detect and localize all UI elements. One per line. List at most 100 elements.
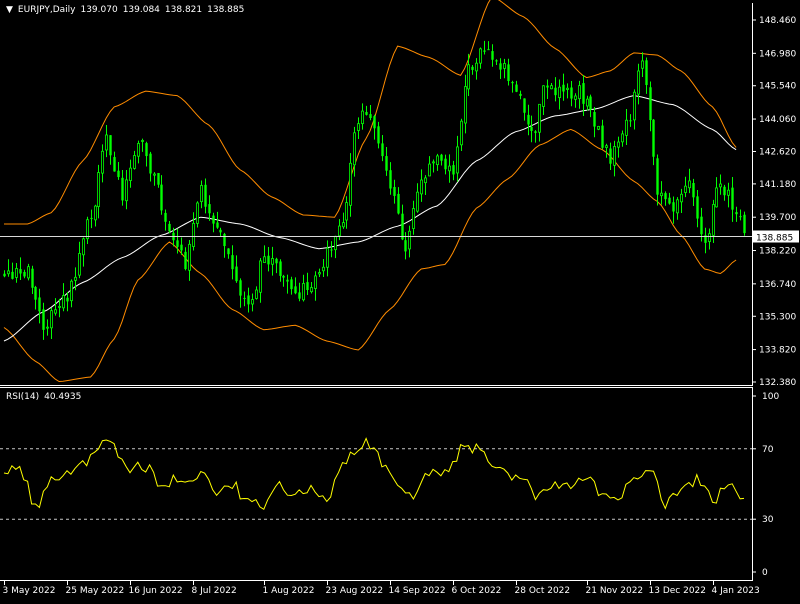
x-tick-label: 21 Nov 2022 bbox=[586, 586, 644, 596]
candle-body-bull bbox=[345, 202, 348, 221]
candle-body-bull bbox=[456, 146, 459, 174]
candle-body-bull bbox=[196, 202, 199, 224]
candle-body-bear bbox=[672, 202, 675, 212]
candle-body-bull bbox=[137, 143, 140, 157]
candle-body-bull bbox=[338, 225, 341, 237]
candle-body-bear bbox=[227, 248, 230, 255]
candle-body-bull bbox=[420, 179, 423, 195]
candle-body-bull bbox=[188, 243, 191, 271]
y-tick-label: 139.700 bbox=[759, 213, 796, 223]
candle-body-bear bbox=[369, 114, 372, 118]
candle-body-bull bbox=[322, 266, 325, 272]
candle-body-bull bbox=[637, 70, 640, 95]
candle-body-bull bbox=[412, 208, 415, 229]
y-tick-label: 136.740 bbox=[759, 280, 796, 290]
candle-body-bull bbox=[342, 222, 345, 228]
candle-body-bear bbox=[401, 213, 404, 240]
candle-body-bear bbox=[149, 153, 152, 174]
candle-body-bear bbox=[656, 158, 659, 195]
candle-body-bull bbox=[715, 187, 718, 208]
candle-body-bear bbox=[385, 156, 388, 171]
collapse-triangle-icon[interactable]: ▼ bbox=[6, 5, 13, 15]
candle-body-bull bbox=[133, 155, 136, 169]
candle-body-bear bbox=[645, 60, 648, 85]
candle-body-bear bbox=[527, 114, 530, 125]
candle-body-bear bbox=[582, 83, 585, 104]
candle-body-bull bbox=[625, 119, 628, 136]
candle-body-bull bbox=[86, 219, 89, 240]
candle-body-bear bbox=[19, 269, 22, 274]
candle-body-bull bbox=[58, 306, 61, 308]
candle-body-bull bbox=[424, 177, 427, 184]
candle-body-bull bbox=[633, 91, 636, 121]
candle-body-bear bbox=[90, 217, 93, 219]
candle-body-bull bbox=[125, 179, 128, 202]
candle-body-bear bbox=[298, 292, 301, 299]
candle-body-bear bbox=[243, 297, 246, 299]
candle-body-bear bbox=[216, 222, 219, 228]
candle-body-bear bbox=[668, 197, 671, 204]
candle-body-bull bbox=[428, 163, 431, 177]
candle-body-bull bbox=[613, 146, 616, 166]
y-tick-label: 144.060 bbox=[759, 115, 796, 125]
candle-body-bull bbox=[141, 140, 144, 142]
candle-body-bear bbox=[160, 184, 163, 211]
rsi-header: RSI(14) 40.4935 bbox=[6, 392, 86, 402]
candle-body-bull bbox=[101, 150, 104, 174]
candle-body-bear bbox=[523, 98, 526, 113]
candle-body-bear bbox=[157, 172, 160, 185]
candle-body-bear bbox=[511, 82, 514, 84]
candle-body-bull bbox=[676, 199, 679, 214]
candle-body-bear bbox=[554, 87, 557, 96]
candle-body-bear bbox=[184, 251, 187, 270]
candle-body-bull bbox=[353, 132, 356, 166]
candle bbox=[196, 201, 199, 228]
candle-body-bull bbox=[334, 235, 337, 251]
rsi-value: 40.4935 bbox=[44, 392, 82, 402]
candle-body-bear bbox=[365, 112, 368, 115]
x-tick-label: 8 Jul 2022 bbox=[192, 586, 237, 596]
candle-body-bull bbox=[448, 165, 451, 172]
candle-body-bear bbox=[117, 170, 120, 178]
candle-body-bear bbox=[231, 255, 234, 270]
rsi-y-tick-label: 0 bbox=[762, 568, 768, 578]
candle-body-bull bbox=[105, 134, 108, 151]
candle-body-bear bbox=[589, 96, 592, 110]
candle-body-bear bbox=[743, 214, 746, 234]
candle-body-bear bbox=[3, 273, 6, 277]
candle-body-bear bbox=[212, 215, 215, 224]
candle-body-bull bbox=[314, 275, 317, 289]
candle-body-bear bbox=[294, 286, 297, 294]
candle-body-bull bbox=[7, 270, 10, 275]
candle-body-bear bbox=[208, 204, 211, 214]
candle-body-bull bbox=[727, 189, 730, 196]
candle-body-bear bbox=[239, 280, 242, 296]
candle-body-bear bbox=[739, 216, 742, 218]
candle-body-bull bbox=[200, 185, 203, 203]
candle-body-bear bbox=[491, 51, 494, 60]
x-tick-label: 28 Oct 2022 bbox=[515, 586, 571, 596]
x-tick-label: 1 Aug 2022 bbox=[263, 586, 315, 596]
rsi-y-tick-label: 100 bbox=[762, 392, 779, 402]
candle-body-bear bbox=[34, 286, 37, 300]
candle-body-bear bbox=[393, 187, 396, 196]
candle-body-bull bbox=[326, 247, 329, 268]
candle-body-bear bbox=[723, 186, 726, 196]
candle-body-bear bbox=[267, 255, 270, 265]
rsi-y-tick-label: 70 bbox=[762, 445, 774, 455]
candle-body-bear bbox=[168, 223, 171, 232]
candle-body-bull bbox=[578, 85, 581, 100]
candle-body-bull bbox=[621, 133, 624, 143]
candle-body-bull bbox=[78, 253, 81, 276]
candle-body-bear bbox=[700, 216, 703, 235]
candle-body-bear bbox=[275, 258, 278, 264]
candle-body-bear bbox=[330, 249, 333, 251]
candle-body-bear bbox=[444, 158, 447, 170]
candle-body-bear bbox=[570, 87, 573, 99]
y-tick-label: 146.980 bbox=[759, 49, 796, 59]
candle-body-bull bbox=[684, 185, 687, 193]
candle-body-bear bbox=[31, 268, 34, 288]
candle-body-bull bbox=[688, 180, 691, 189]
candle-body-bull bbox=[550, 85, 553, 90]
candle-body-bear bbox=[609, 148, 612, 164]
